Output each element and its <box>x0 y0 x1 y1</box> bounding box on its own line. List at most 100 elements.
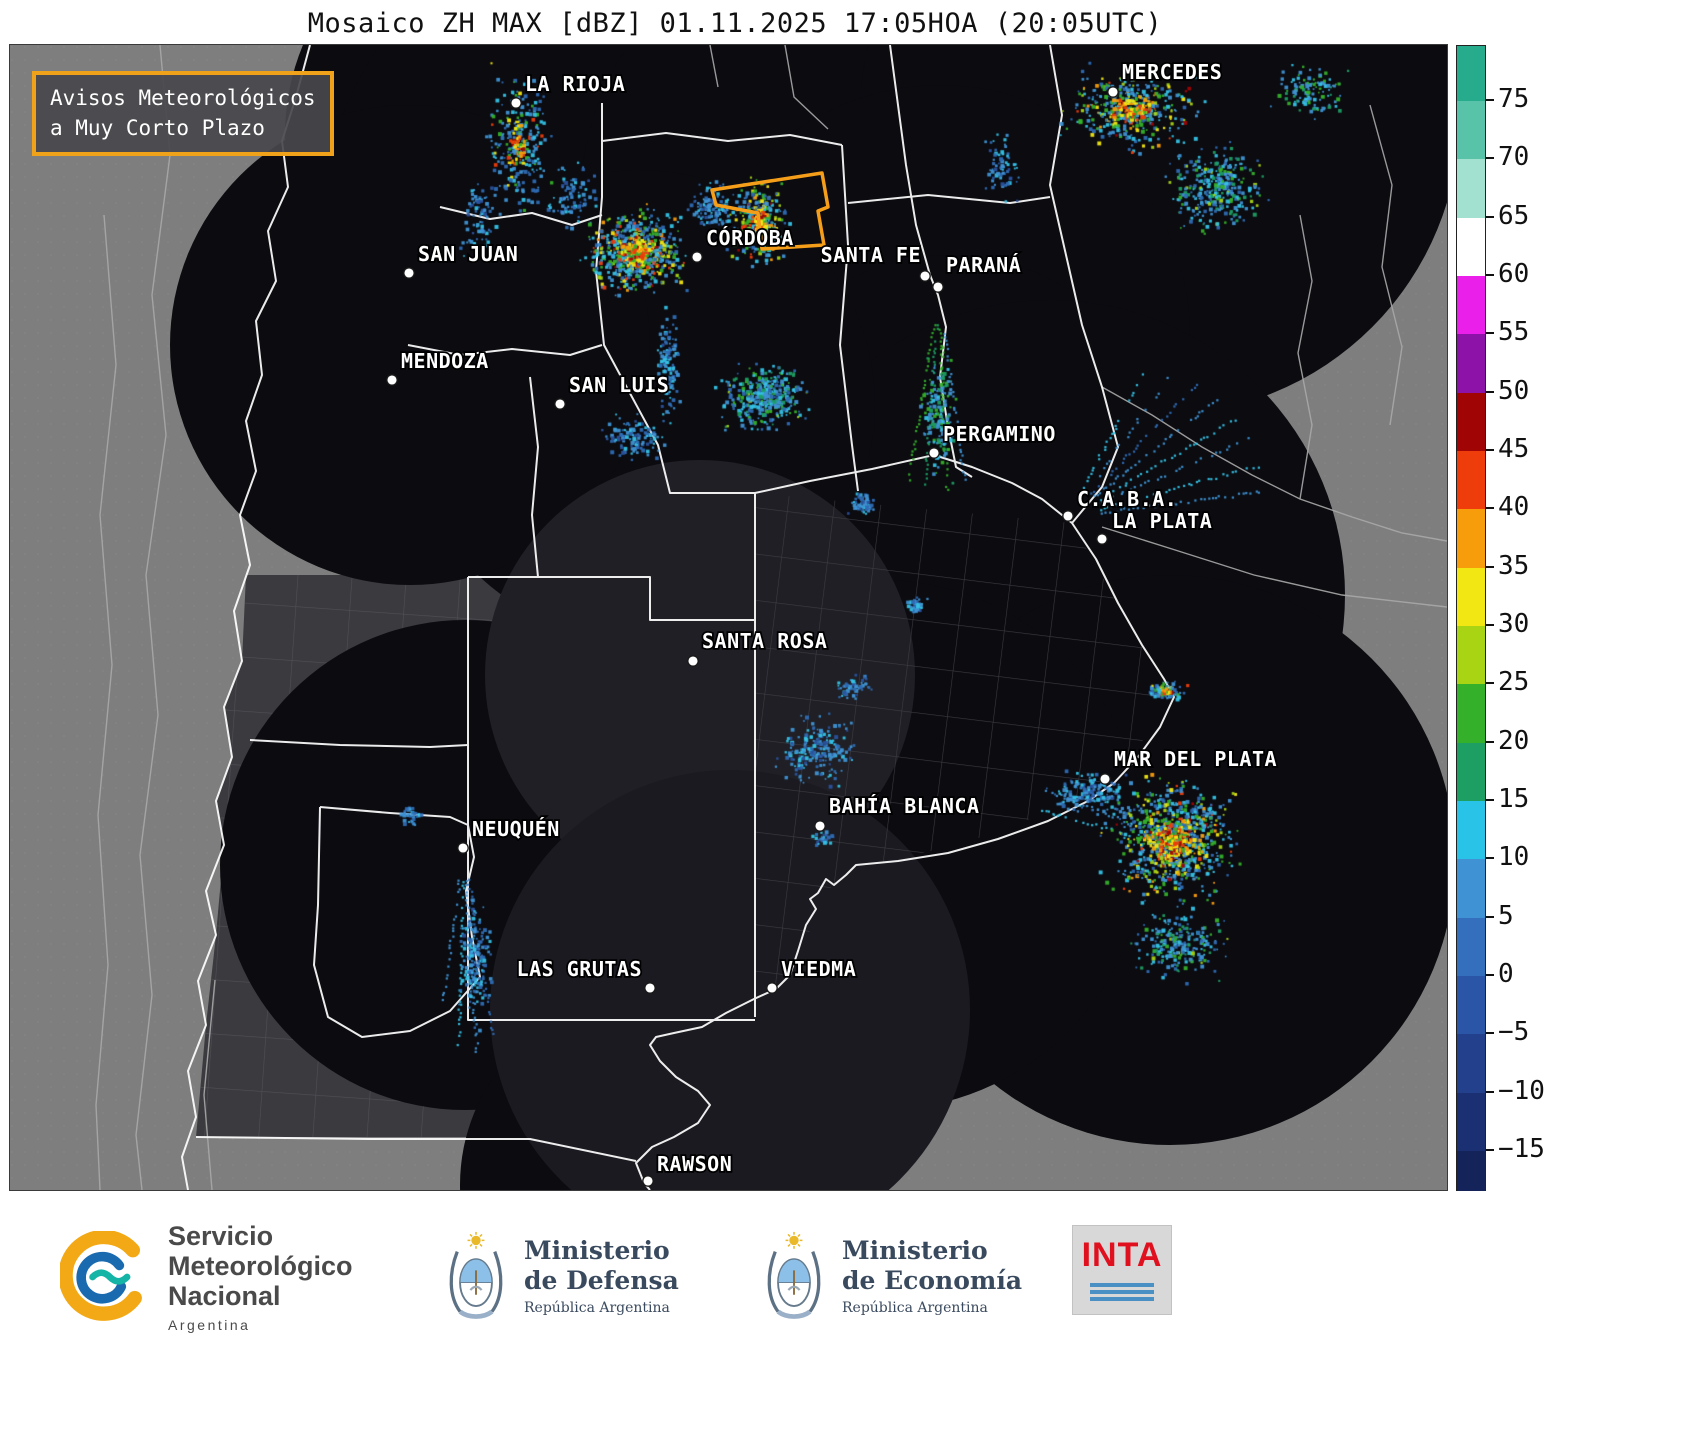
colorbar-tick-mark <box>1486 332 1494 334</box>
city-label: LAS GRUTAS <box>517 957 642 981</box>
city-dot <box>688 656 698 666</box>
colorbar-segment <box>1457 159 1485 217</box>
colorbar-tick-mark <box>1486 157 1494 159</box>
colorbar-segment <box>1457 46 1485 101</box>
colorbar-tick-mark <box>1486 1032 1494 1034</box>
colorbar-tick-label: 40 <box>1498 492 1529 522</box>
city-dot <box>692 252 702 262</box>
colorbar-tick-label: 55 <box>1498 317 1529 347</box>
city-dot <box>1108 87 1118 97</box>
warning-legend-box: Avisos Meteorológicos a Muy Corto Plazo <box>32 71 334 156</box>
colorbar-tick-label: 5 <box>1498 901 1514 931</box>
colorbar-segment <box>1457 334 1485 392</box>
colorbar-segment <box>1457 509 1485 567</box>
colorbar-tick-label: 50 <box>1498 376 1529 406</box>
colorbar-tick-label: 0 <box>1498 959 1514 989</box>
footer: Servicio Meteorológico Nacional Argentin… <box>0 1191 1687 1438</box>
city-dot <box>1100 774 1110 784</box>
city-label: SAN JUAN <box>418 242 518 266</box>
city-label: LA RIOJA <box>525 72 625 96</box>
smn-logo-icon <box>60 1231 152 1323</box>
smn-line2: Meteorológico <box>168 1251 353 1281</box>
city-label: VIEDMA <box>781 957 856 981</box>
ministerio-defensa-block: Ministerio de Defensa República Argentin… <box>446 1231 679 1321</box>
city-dot <box>815 821 825 831</box>
colorbar-tick-mark <box>1486 741 1494 743</box>
colorbar-segment <box>1457 451 1485 509</box>
colorbar-tick-mark <box>1486 99 1494 101</box>
colorbar-tick-mark <box>1486 1149 1494 1151</box>
city-label: LA PLATA <box>1112 509 1212 533</box>
city-dot <box>1063 511 1073 521</box>
colorbar-segment <box>1457 218 1485 276</box>
economia-line2: de Economía <box>842 1266 1022 1296</box>
colorbar-tick-mark <box>1486 682 1494 684</box>
colorbar-segment <box>1457 743 1485 801</box>
city-label: SAN LUIS <box>569 373 669 397</box>
city-label: MERCEDES <box>1122 60 1222 84</box>
map-overlay-layer: LA RIOJAMERCEDESSAN JUANCÓRDOBASANTA FEP… <box>10 45 1447 1190</box>
colorbar-tick-label: 25 <box>1498 667 1529 697</box>
colorbar-tick-mark <box>1486 391 1494 393</box>
colorbar-segment <box>1457 626 1485 684</box>
city-dot <box>929 448 939 458</box>
argentina-coat-of-arms-icon <box>764 1231 824 1321</box>
economia-line1: Ministerio <box>842 1236 1022 1266</box>
colorbar-tick-label: 75 <box>1498 84 1529 114</box>
colorbar-tick-label: −15 <box>1498 1134 1545 1164</box>
city-label: MENDOZA <box>401 349 489 373</box>
city-dot <box>767 983 777 993</box>
city-label: C.A.B.A. <box>1077 487 1177 511</box>
inta-logo-block: INTA <box>1072 1225 1172 1315</box>
colorbar-tick-label: −5 <box>1498 1017 1529 1047</box>
colorbar-tick-mark <box>1486 974 1494 976</box>
warning-legend-line1: Avisos Meteorológicos <box>50 83 316 113</box>
colorbar-tick-label: 10 <box>1498 842 1529 872</box>
colorbar-tick-mark <box>1486 799 1494 801</box>
radar-map: LA RIOJAMERCEDESSAN JUANCÓRDOBASANTA FEP… <box>10 45 1447 1190</box>
ministerio-economia-wordmark: Ministerio de Economía República Argenti… <box>842 1236 1022 1316</box>
argentina-coat-of-arms-icon <box>446 1231 506 1321</box>
city-dot <box>933 282 943 292</box>
colorbar-tick-label: 65 <box>1498 201 1529 231</box>
colorbar-tick-mark <box>1486 216 1494 218</box>
colorbar-segment <box>1457 101 1485 159</box>
inta-logo-box: INTA <box>1072 1225 1172 1315</box>
colorbar-tick-mark <box>1486 916 1494 918</box>
colorbar-segment <box>1457 1151 1485 1191</box>
colorbar-tick-label: 70 <box>1498 142 1529 172</box>
colorbar-segment <box>1457 568 1485 626</box>
city-dot <box>920 271 930 281</box>
smn-line1: Servicio <box>168 1221 353 1251</box>
city-label: RAWSON <box>657 1152 732 1176</box>
city-label: BAHÍA BLANCA <box>829 794 980 818</box>
colorbar-tick-mark <box>1486 449 1494 451</box>
page-title: Mosaico ZH MAX [dBZ] 01.11.2025 17:05HOA… <box>0 8 1470 39</box>
ministerio-economia-block: Ministerio de Economía República Argenti… <box>764 1231 1022 1321</box>
city-label: CÓRDOBA <box>706 226 794 250</box>
city-label: PERGAMINO <box>943 422 1056 446</box>
colorbar-tick-mark <box>1486 566 1494 568</box>
city-label: PARANÁ <box>946 253 1021 277</box>
defensa-line1: Ministerio <box>524 1236 679 1266</box>
colorbar-segment <box>1457 976 1485 1034</box>
colorbar-tick-label: 15 <box>1498 784 1529 814</box>
city-dot <box>458 843 468 853</box>
smn-country: Argentina <box>168 1317 353 1333</box>
colorbar-segment <box>1457 684 1485 742</box>
city-label: MAR DEL PLATA <box>1114 747 1277 771</box>
smn-line3: Nacional <box>168 1281 353 1311</box>
colorbar-segment <box>1457 918 1485 976</box>
colorbar-tick-label: 35 <box>1498 551 1529 581</box>
colorbar-tick-mark <box>1486 624 1494 626</box>
colorbar-tick-label: 45 <box>1498 434 1529 464</box>
colorbar-segment <box>1457 1034 1485 1092</box>
inta-wordmark: INTA <box>1082 1236 1163 1275</box>
colorbar-tick-label: 20 <box>1498 726 1529 756</box>
defensa-sub: República Argentina <box>524 1300 679 1316</box>
smn-logo-block: Servicio Meteorológico Nacional Argentin… <box>60 1221 353 1333</box>
defensa-line2: de Defensa <box>524 1266 679 1296</box>
colorbar-segment <box>1457 276 1485 334</box>
ministerio-defensa-wordmark: Ministerio de Defensa República Argentin… <box>524 1236 679 1316</box>
colorbar-segment <box>1457 1093 1485 1151</box>
